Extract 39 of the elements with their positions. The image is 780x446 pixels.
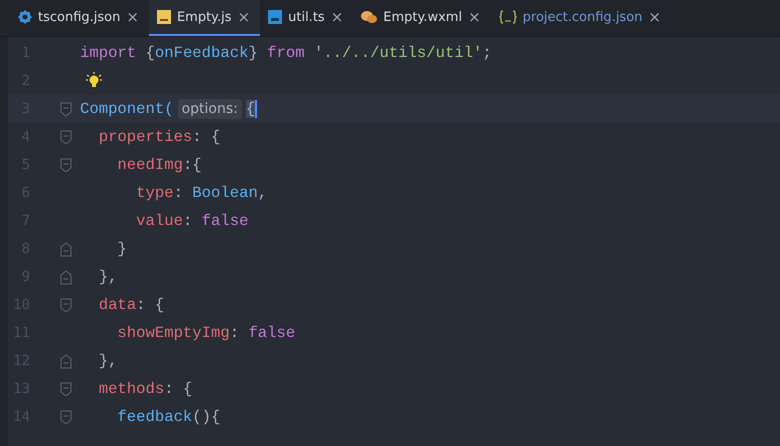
braces-icon xyxy=(498,10,517,24)
gear-icon xyxy=(18,10,32,24)
code-line: }, xyxy=(98,351,118,372)
lightbulb-icon[interactable] xyxy=(86,72,102,90)
unfold-icon[interactable] xyxy=(60,270,72,284)
file-tab[interactable]: Empty.js × xyxy=(148,0,260,36)
fold-icon[interactable] xyxy=(60,298,72,312)
code-line: data: { xyxy=(98,295,164,316)
code-line: value: false xyxy=(135,211,248,232)
close-icon[interactable]: × xyxy=(126,8,139,26)
code-line: }, xyxy=(98,267,118,288)
code-line: } xyxy=(116,239,127,260)
unfold-icon[interactable] xyxy=(60,242,72,256)
fold-icon[interactable] xyxy=(60,158,72,172)
js-file-icon xyxy=(156,10,171,24)
code-line: showEmptyImg: false xyxy=(116,323,296,344)
code-line: methods: { xyxy=(98,379,192,400)
parameter-hint: options: xyxy=(178,99,242,119)
close-icon[interactable]: × xyxy=(468,8,481,26)
code-line: Component( options: { xyxy=(80,98,258,121)
fold-icon[interactable] xyxy=(60,382,72,396)
code-line: import {onFeedback} from '../../utils/util'; xyxy=(80,43,492,64)
fold-icon[interactable] xyxy=(60,130,72,144)
file-tab[interactable]: Empty.wxml × xyxy=(353,0,491,36)
close-icon[interactable]: × xyxy=(330,8,344,26)
ts-file-icon xyxy=(268,10,282,24)
file-tab[interactable]: project.config.json × xyxy=(490,0,671,36)
fold-icon[interactable] xyxy=(60,410,72,424)
code-line: properties: { xyxy=(98,127,220,148)
file-tab[interactable]: util.ts × xyxy=(260,0,354,36)
fold-icon[interactable] xyxy=(60,102,72,116)
file-tab[interactable]: tsconfig.json × xyxy=(10,0,149,36)
unfold-icon[interactable] xyxy=(60,354,72,368)
code-line: needImg:{ xyxy=(116,155,202,176)
code-line: feedback(){ xyxy=(116,407,220,428)
chat-bubbles-icon xyxy=(361,10,378,24)
code-line: type: Boolean, xyxy=(135,183,268,204)
close-icon[interactable]: × xyxy=(648,8,661,26)
close-icon[interactable]: × xyxy=(238,8,250,26)
